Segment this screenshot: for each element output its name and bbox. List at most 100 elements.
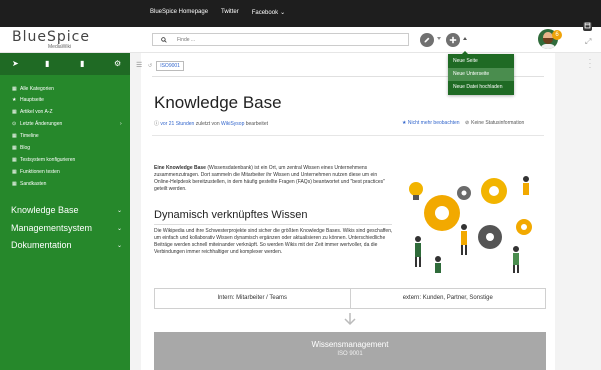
more-options-icon[interactable]: · · · bbox=[587, 56, 593, 72]
navigation-icon[interactable]: ➤ bbox=[12, 59, 19, 68]
knowledge-illustration bbox=[409, 176, 532, 273]
bookmark-icon[interactable]: ▮ bbox=[45, 59, 49, 68]
sidebar-section-dokumentation[interactable]: Dokumentation bbox=[11, 240, 72, 250]
logo-sub: MediaWiki bbox=[48, 44, 72, 50]
breadcrumb: ↺ ISO9001 bbox=[148, 61, 184, 71]
logo-name: BlueSpice bbox=[12, 29, 90, 45]
menu-item-new-subpage[interactable]: Neue Unterseite bbox=[448, 68, 514, 81]
fullscreen-icon[interactable]: ⤢ bbox=[585, 37, 591, 47]
sidebar-toolbar: ➤ ▮ ▮ ⚙ bbox=[0, 53, 130, 75]
sidebar-item-sandbox[interactable]: ▦ Sandkasten bbox=[12, 181, 46, 187]
page-meta: ⓘ vor 21 Stunden zuletzt von WikiSysop b… bbox=[154, 120, 268, 127]
box-subtitle: ISO 9001 bbox=[337, 351, 363, 357]
pencil-icon bbox=[424, 37, 430, 43]
page-title: Knowledge Base bbox=[154, 93, 282, 112]
edit-button[interactable] bbox=[420, 33, 434, 47]
new-content-dropdown: Neue Seite Neue Unterseite Neue Datei ho… bbox=[448, 51, 514, 95]
new-caret-icon[interactable] bbox=[463, 37, 467, 40]
sidebar-item-label: Hauptseite bbox=[20, 97, 44, 103]
history-link[interactable]: vor 21 Stunden bbox=[160, 121, 194, 127]
sidebar-item-configure-test-system[interactable]: ▦ Testsystem konfigurieren bbox=[12, 157, 75, 163]
meta-middle: zuletzt von bbox=[194, 121, 222, 127]
sidebar-item-main-page[interactable]: ★ Hauptseite bbox=[12, 97, 44, 103]
breadcrumb-tag[interactable]: ISO9001 bbox=[156, 61, 184, 71]
divider bbox=[152, 135, 544, 136]
person-icon bbox=[513, 246, 519, 273]
sidebar-item-test-functions[interactable]: ▦ Funktionen testen bbox=[12, 169, 60, 175]
section-heading: Dynamisch verknüpftes Wissen bbox=[154, 209, 308, 221]
gear-icon bbox=[478, 225, 502, 249]
link-twitter[interactable]: Twitter bbox=[221, 9, 239, 16]
edit-caret-icon[interactable] bbox=[437, 37, 441, 40]
avatar-beard bbox=[543, 38, 553, 44]
sidebar: ➤ ▮ ▮ ⚙ ▦ Alle Kategorien ★ Hauptseite ▦ Ar… bbox=[0, 53, 130, 370]
sidebar-item-all-categories[interactable]: ▦ Alle Kategorien bbox=[12, 86, 54, 92]
list-icon: ▦ bbox=[12, 169, 17, 175]
list-icon: ▦ bbox=[12, 133, 17, 139]
person-icon bbox=[435, 256, 441, 273]
intro-bold: Eine Knowledge Base bbox=[154, 165, 206, 171]
logo[interactable]: BlueSpice MediaWiki bbox=[12, 29, 132, 50]
menu-item-new-page[interactable]: Neue Seite bbox=[448, 55, 514, 68]
status-icon: ⊘ bbox=[464, 120, 470, 126]
link-facebook-label: Facebook bbox=[251, 10, 279, 16]
user-link[interactable]: WikiSysop bbox=[221, 121, 244, 127]
menu-icon[interactable]: ☰ bbox=[136, 61, 142, 69]
box-title: Wissensmanagement bbox=[311, 340, 389, 349]
knowledge-management-box: Wissensmanagement ISO 9001 bbox=[154, 332, 546, 370]
gear-icon bbox=[516, 219, 532, 235]
chevron-down-icon[interactable]: ⌄ bbox=[117, 225, 122, 232]
star-icon[interactable]: ★ bbox=[402, 120, 406, 126]
sidebar-section-knowledge-base[interactable]: Knowledge Base bbox=[11, 205, 79, 215]
home-icon: ★ bbox=[12, 97, 17, 103]
chevron-right-icon[interactable]: › bbox=[120, 121, 122, 127]
clipboard-icon[interactable]: ▮ bbox=[80, 59, 84, 68]
sidebar-item-timeline[interactable]: ▦ Timeline bbox=[12, 133, 39, 139]
sidebar-item-label: Alle Kategorien bbox=[20, 86, 54, 92]
dropdown-notch bbox=[462, 51, 468, 54]
chevron-down-icon[interactable]: ⌄ bbox=[117, 242, 122, 249]
person-icon bbox=[461, 224, 467, 255]
sidebar-item-recent-changes[interactable]: ⊙ Letzte Änderungen bbox=[12, 121, 62, 127]
link-bluespice-homepage[interactable]: BlueSpice Homepage bbox=[150, 9, 208, 16]
search-icon bbox=[161, 37, 167, 43]
sidebar-item-label: Blog bbox=[20, 145, 31, 151]
intro-paragraph: Eine Knowledge Base (Wissensdatenbank) i… bbox=[154, 165, 392, 193]
unwatch-link[interactable]: Nicht mehr beobachten bbox=[408, 120, 460, 126]
notification-badge[interactable]: 6 bbox=[552, 30, 562, 40]
new-button[interactable] bbox=[446, 33, 460, 47]
top-bar: BlueSpice Homepage Twitter Facebook ⌄ bbox=[0, 0, 601, 27]
audience-table: Intern: Mitarbeiter / Teams extern: Kund… bbox=[154, 288, 546, 309]
sidebar-item-blog[interactable]: ▦ Blog bbox=[12, 145, 30, 151]
lightbulb-icon bbox=[409, 182, 423, 200]
sidebar-item-label: Sandkasten bbox=[20, 181, 47, 187]
person-icon bbox=[523, 176, 529, 195]
search-input[interactable] bbox=[177, 35, 397, 45]
plus-icon bbox=[449, 36, 457, 44]
clock-icon: ⊙ bbox=[12, 121, 17, 127]
sidebar-item-label: Funktionen testen bbox=[20, 169, 60, 175]
link-facebook[interactable]: Facebook ⌄ bbox=[252, 9, 285, 16]
page-actions: ★ Nicht mehr beobachten ⊘ Keine Statusinf… bbox=[402, 120, 524, 126]
info-icon: ⓘ bbox=[154, 121, 160, 127]
gear-icon bbox=[481, 178, 507, 204]
gear-icon[interactable]: ⚙ bbox=[114, 59, 121, 68]
status-label: Keine Statusinformation bbox=[471, 120, 525, 126]
table-cell-external: extern: Kunden, Partner, Sonstige bbox=[349, 289, 546, 308]
chevron-down-icon: ⌄ bbox=[280, 10, 286, 16]
window-icon bbox=[584, 22, 591, 29]
sidebar-item-label: Timeline bbox=[20, 133, 39, 139]
gear-icon bbox=[457, 186, 471, 200]
chevron-down-icon[interactable]: ⌄ bbox=[117, 207, 122, 214]
sidebar-section-managementsystem[interactable]: Managementsystem bbox=[11, 223, 92, 233]
sidebar-item-articles-a-z[interactable]: ▦ Artikel von A-Z bbox=[12, 109, 53, 115]
menu-item-upload-file[interactable]: Neue Datei hochladen bbox=[448, 81, 514, 94]
person-icon bbox=[415, 236, 421, 267]
sidebar-item-label: Testsystem konfigurieren bbox=[20, 157, 76, 163]
list-icon: ▦ bbox=[12, 86, 17, 92]
collapse-icon[interactable] bbox=[583, 22, 592, 31]
search-box[interactable] bbox=[152, 33, 409, 46]
avatar-shirt bbox=[540, 44, 556, 49]
meta-suffix: bearbeitet bbox=[244, 121, 268, 127]
sidebar-item-label: Artikel von A-Z bbox=[20, 109, 53, 115]
